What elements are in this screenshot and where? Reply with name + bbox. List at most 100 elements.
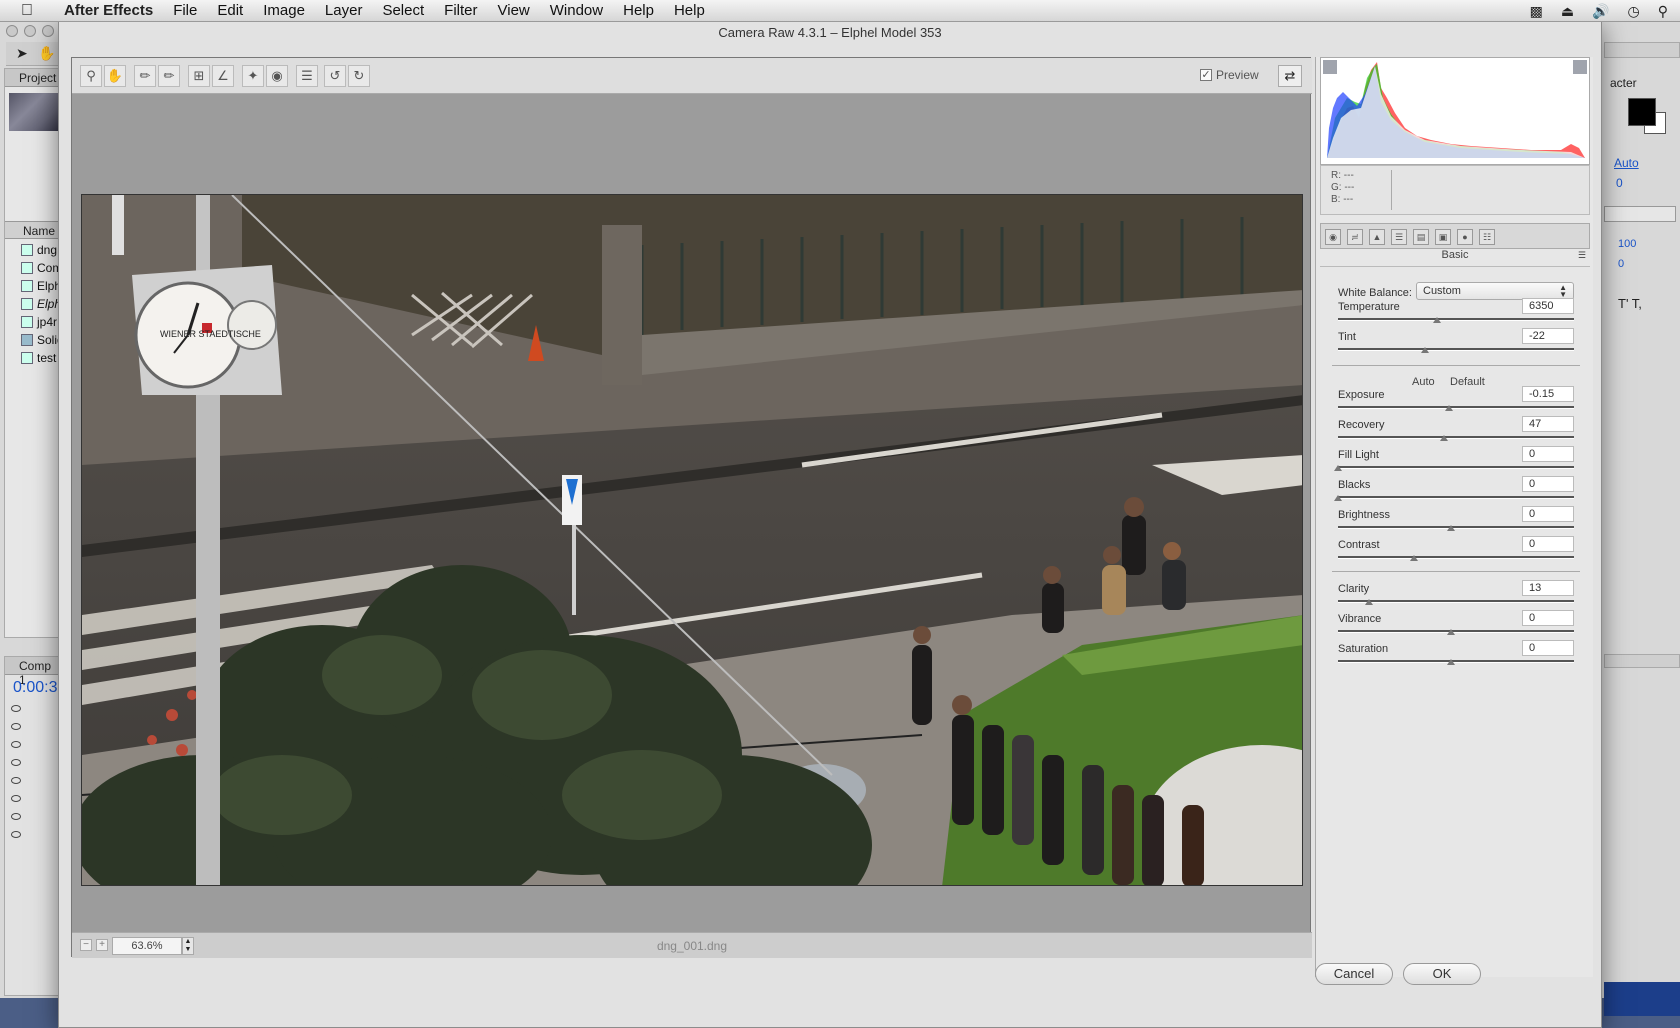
project-item[interactable]: Elph <box>5 295 61 313</box>
visibility-eye-icon[interactable] <box>11 831 21 838</box>
zoom-tool-icon[interactable]: ⚲ <box>80 65 102 87</box>
stroke-dropdown[interactable] <box>1604 206 1676 222</box>
saturation-slider-thumb[interactable] <box>1447 659 1456 665</box>
hand-tool-icon[interactable]: ✋ <box>104 65 126 87</box>
menu-app-name[interactable]: After Effects <box>54 2 163 19</box>
name-column-header[interactable]: Name <box>5 221 61 239</box>
fill-light-value-field[interactable]: 0 <box>1522 446 1574 462</box>
menu-file[interactable]: File <box>163 2 207 19</box>
crop-tool-icon[interactable]: ⊞ <box>188 65 210 87</box>
retouch-tool-icon[interactable]: ✦ <box>242 65 264 87</box>
color-sampler-tool-icon[interactable]: ✏ <box>158 65 180 87</box>
exposure-value-field[interactable]: -0.15 <box>1522 386 1574 402</box>
menu-layer[interactable]: Layer <box>315 2 373 19</box>
project-item[interactable]: jp4r <box>5 313 61 331</box>
saturation-slider-track[interactable] <box>1338 660 1574 663</box>
temperature-slider-thumb[interactable] <box>1433 317 1442 323</box>
volume-icon[interactable]: 🔊 <box>1592 3 1609 20</box>
hand-tool-icon[interactable]: ✋ <box>38 45 55 62</box>
split-toning-tab-icon[interactable]: ▤ <box>1413 229 1429 245</box>
tone-curve-tab-icon[interactable]: ≓ <box>1347 229 1363 245</box>
selection-tool-icon[interactable]: ➤ <box>16 45 28 62</box>
temperature-slider-track[interactable] <box>1338 318 1574 321</box>
visibility-eye-icon[interactable] <box>11 813 21 820</box>
recovery-value-field[interactable]: 47 <box>1522 416 1574 432</box>
default-button[interactable]: Default <box>1450 376 1485 388</box>
basic-tab-icon[interactable]: ◉ <box>1325 229 1341 245</box>
lens-corrections-tab-icon[interactable]: ▣ <box>1435 229 1451 245</box>
presets-tab-icon[interactable]: ☷ <box>1479 229 1495 245</box>
visibility-eye-icon[interactable] <box>11 741 21 748</box>
recovery-slider-thumb[interactable] <box>1440 435 1449 441</box>
visibility-eye-icon[interactable] <box>11 759 21 766</box>
visibility-eye-icon[interactable] <box>11 777 21 784</box>
panel-dropdown[interactable] <box>1604 42 1680 58</box>
menu-select[interactable]: Select <box>372 2 434 19</box>
comp-tab[interactable]: Comp 1 <box>5 657 59 687</box>
blacks-value-field[interactable]: 0 <box>1522 476 1574 492</box>
brightness-slider-track[interactable] <box>1338 526 1574 529</box>
clarity-slider-thumb[interactable] <box>1364 599 1373 605</box>
apple-menu-icon[interactable]:  <box>0 2 54 20</box>
blacks-slider-track[interactable] <box>1338 496 1574 499</box>
brightness-slider-thumb[interactable] <box>1447 525 1456 531</box>
spotlight-icon[interactable]: ⚲ <box>1658 3 1668 20</box>
preview-checkbox[interactable]: ✓ Preview <box>1200 68 1259 82</box>
contrast-value-field[interactable]: 0 <box>1522 536 1574 552</box>
clarity-value-field[interactable]: 13 <box>1522 580 1574 596</box>
menu-filter[interactable]: Filter <box>434 2 487 19</box>
tint-value-field[interactable]: -22 <box>1522 328 1574 344</box>
zoom-window-icon[interactable] <box>42 25 54 37</box>
camera-calibration-tab-icon[interactable]: ● <box>1457 229 1473 245</box>
blacks-slider-thumb[interactable] <box>1334 495 1342 501</box>
clarity-slider-track[interactable] <box>1338 600 1574 603</box>
timecode-display[interactable]: 0:00:3 <box>5 675 59 697</box>
clock-icon[interactable]: ◷ <box>1628 3 1640 20</box>
baseline-shift-value[interactable]: 0 <box>1618 258 1624 270</box>
fill-light-slider-thumb[interactable] <box>1334 465 1342 471</box>
menu-edit[interactable]: Edit <box>207 2 253 19</box>
menu-image[interactable]: Image <box>253 2 315 19</box>
temperature-value-field[interactable]: 6350 <box>1522 298 1574 314</box>
red-eye-tool-icon[interactable]: ◉ <box>266 65 288 87</box>
fill-light-slider-track[interactable] <box>1338 466 1574 469</box>
contrast-slider-track[interactable] <box>1338 556 1574 559</box>
leading-auto-value[interactable]: Auto <box>1614 156 1639 170</box>
panel-menu-icon[interactable]: ☰ <box>1578 250 1586 261</box>
eject-icon[interactable]: ⏏ <box>1561 3 1574 20</box>
spaces-icon[interactable]: ▩ <box>1530 3 1543 20</box>
project-item[interactable]: test <box>5 349 61 367</box>
white-balance-tool-icon[interactable]: ✏ <box>134 65 156 87</box>
hsl-tab-icon[interactable]: ☰ <box>1391 229 1407 245</box>
contrast-slider-thumb[interactable] <box>1409 555 1418 561</box>
vibrance-slider-thumb[interactable] <box>1447 629 1456 635</box>
brightness-value-field[interactable]: 0 <box>1522 506 1574 522</box>
menu-help-2[interactable]: Help <box>664 2 715 19</box>
project-item[interactable]: Com <box>5 259 61 277</box>
detail-tab-icon[interactable]: ▲ <box>1369 229 1385 245</box>
vertical-scale-value[interactable]: 100 <box>1618 238 1636 250</box>
vibrance-slider-track[interactable] <box>1338 630 1574 633</box>
full-screen-button[interactable]: ⇄ <box>1278 65 1302 87</box>
project-tab[interactable]: Project <box>5 69 59 87</box>
project-item[interactable]: Elph <box>5 277 61 295</box>
saturation-value-field[interactable]: 0 <box>1522 640 1574 656</box>
minimize-window-icon[interactable] <box>24 25 36 37</box>
rotate-left-icon[interactable]: ↺ <box>324 65 346 87</box>
foreground-color-swatch[interactable] <box>1628 98 1656 126</box>
visibility-eye-icon[interactable] <box>11 723 21 730</box>
tracking-value[interactable]: 0 <box>1616 176 1623 190</box>
project-item[interactable]: Solid <box>5 331 61 349</box>
exposure-slider-thumb[interactable] <box>1444 405 1453 411</box>
menu-view[interactable]: View <box>488 2 540 19</box>
tint-slider-track[interactable] <box>1338 348 1574 351</box>
menu-window[interactable]: Window <box>540 2 613 19</box>
shadow-clipping-toggle[interactable] <box>1323 60 1337 74</box>
character-tab[interactable]: acter <box>1610 76 1637 90</box>
ok-button[interactable]: OK <box>1403 963 1481 985</box>
menu-help[interactable]: Help <box>613 2 664 19</box>
text-style-icons[interactable]: T' T, <box>1618 296 1642 311</box>
project-item[interactable]: dng <box>5 241 61 259</box>
vibrance-value-field[interactable]: 0 <box>1522 610 1574 626</box>
visibility-eye-icon[interactable] <box>11 705 21 712</box>
